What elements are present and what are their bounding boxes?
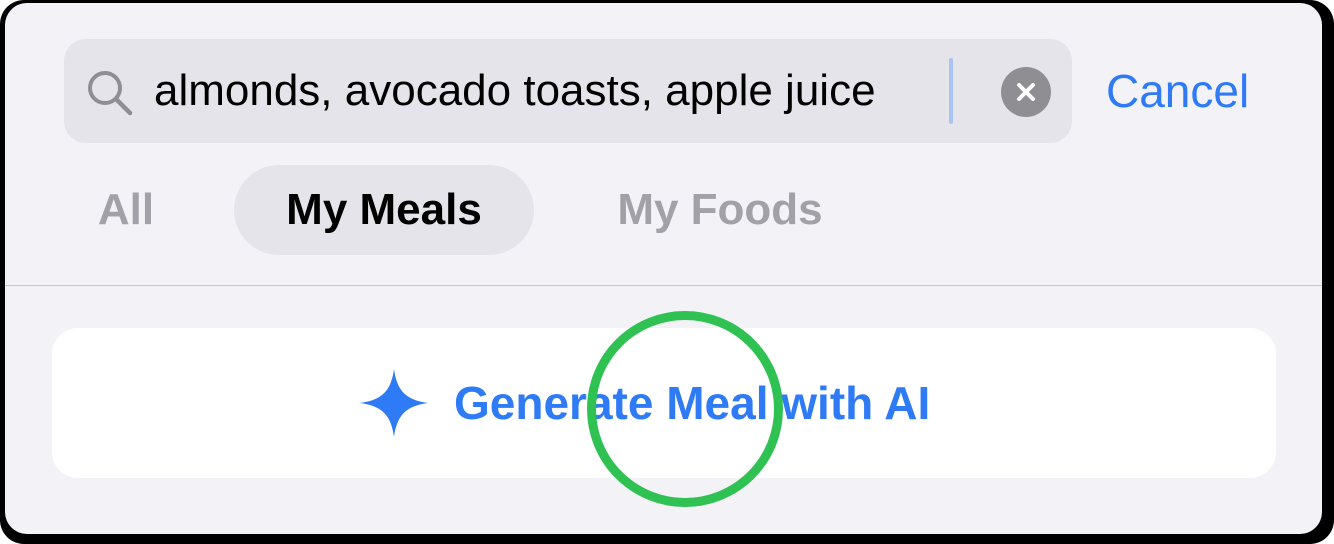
clear-search-button[interactable] xyxy=(1001,67,1051,117)
tab-my-meals[interactable]: My Meals xyxy=(234,165,534,255)
divider xyxy=(5,285,1322,286)
tab-all[interactable]: All xyxy=(81,165,171,255)
sparkle-icon xyxy=(360,369,428,437)
window-frame: almonds, avocado toasts, apple juice Can… xyxy=(0,0,1334,544)
text-caret xyxy=(949,58,953,124)
search-input[interactable]: almonds, avocado toasts, apple juice xyxy=(154,61,876,121)
search-icon xyxy=(88,71,133,116)
cancel-button[interactable]: Cancel xyxy=(1106,61,1249,121)
search-panel: almonds, avocado toasts, apple juice Can… xyxy=(5,3,1322,534)
close-icon xyxy=(1017,83,1035,101)
search-field[interactable]: almonds, avocado toasts, apple juice xyxy=(64,39,1072,143)
tab-my-foods[interactable]: My Foods xyxy=(585,165,855,255)
tap-indicator xyxy=(587,311,783,507)
